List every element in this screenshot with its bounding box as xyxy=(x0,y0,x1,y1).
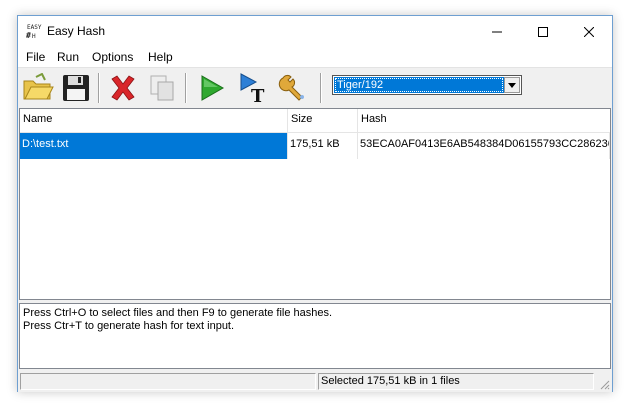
status-pane-left xyxy=(20,373,316,390)
wrench-settings-icon xyxy=(278,74,304,101)
svg-text:EASY: EASY xyxy=(27,24,42,31)
row-file-size: 175,51 kB xyxy=(288,133,358,159)
column-name[interactable]: Name xyxy=(20,109,288,133)
info-line: Press Ctrl+O to select files and then F9… xyxy=(23,307,333,319)
toolbar-separator xyxy=(185,73,187,103)
dropdown-arrow-button[interactable] xyxy=(504,77,520,93)
title-bar[interactable]: EASY # H Easy Hash xyxy=(18,16,612,47)
status-text: Selected 175,51 kB in 1 files xyxy=(318,373,594,390)
run-button[interactable] xyxy=(194,71,228,105)
copy-button[interactable] xyxy=(145,71,179,105)
row-file-hash: 53ECA0AF0413E6AB548384D06155793CC2862363 xyxy=(358,133,610,159)
window-title: Easy Hash xyxy=(47,24,106,38)
open-files-button[interactable] xyxy=(21,71,55,105)
svg-text:T: T xyxy=(251,86,265,104)
menu-bar: File Run Options Help xyxy=(18,47,612,67)
close-button[interactable] xyxy=(566,16,612,47)
maximize-button[interactable] xyxy=(520,16,566,47)
column-hash[interactable]: Hash xyxy=(358,109,610,133)
hash-algorithm-value: Tiger/192 xyxy=(334,77,504,93)
open-folder-icon xyxy=(23,73,54,100)
info-line: Press Ctr+T to generate hash for text in… xyxy=(23,320,235,332)
maximize-icon xyxy=(538,26,548,37)
app-logo-icon: EASY # H xyxy=(26,24,42,40)
svg-text:H: H xyxy=(32,33,36,40)
svg-text:#: # xyxy=(26,31,31,40)
delete-x-icon xyxy=(111,75,135,101)
hash-algorithm-select[interactable]: Tiger/192 xyxy=(332,75,522,95)
app-window: EASY # H Easy Hash File Run Options Help xyxy=(17,15,613,392)
save-disk-icon xyxy=(63,75,89,101)
file-list[interactable]: Name Size Hash D:\test.txt 175,51 kB 53E… xyxy=(19,108,611,300)
column-size[interactable]: Size xyxy=(288,109,358,133)
resize-grip-icon[interactable] xyxy=(598,378,610,390)
text-hash-icon: T xyxy=(240,73,265,104)
toolbar-separator xyxy=(320,73,322,103)
status-bar: Selected 175,51 kB in 1 files xyxy=(18,371,612,392)
save-button[interactable] xyxy=(59,71,93,105)
table-row[interactable]: D:\test.txt 175,51 kB 53ECA0AF0413E6AB54… xyxy=(20,133,610,159)
toolbar-separator xyxy=(98,73,100,103)
row-file-name: D:\test.txt xyxy=(20,133,288,159)
info-text-box[interactable]: Press Ctrl+O to select files and then F9… xyxy=(19,303,611,369)
settings-button[interactable] xyxy=(276,71,310,105)
list-header: Name Size Hash xyxy=(20,109,610,133)
copy-icon xyxy=(150,75,174,101)
menu-help[interactable]: Help xyxy=(148,50,173,64)
chevron-down-icon xyxy=(508,82,516,88)
minimize-icon xyxy=(492,31,502,32)
remove-button[interactable] xyxy=(106,71,140,105)
play-run-icon xyxy=(201,75,225,101)
menu-file[interactable]: File xyxy=(26,50,45,64)
menu-run[interactable]: Run xyxy=(57,50,79,64)
close-icon xyxy=(584,26,594,37)
hash-text-button[interactable]: T xyxy=(236,71,270,105)
minimize-button[interactable] xyxy=(474,16,520,47)
menu-options[interactable]: Options xyxy=(92,50,133,64)
toolbar: T Tiger/192 xyxy=(18,67,612,107)
